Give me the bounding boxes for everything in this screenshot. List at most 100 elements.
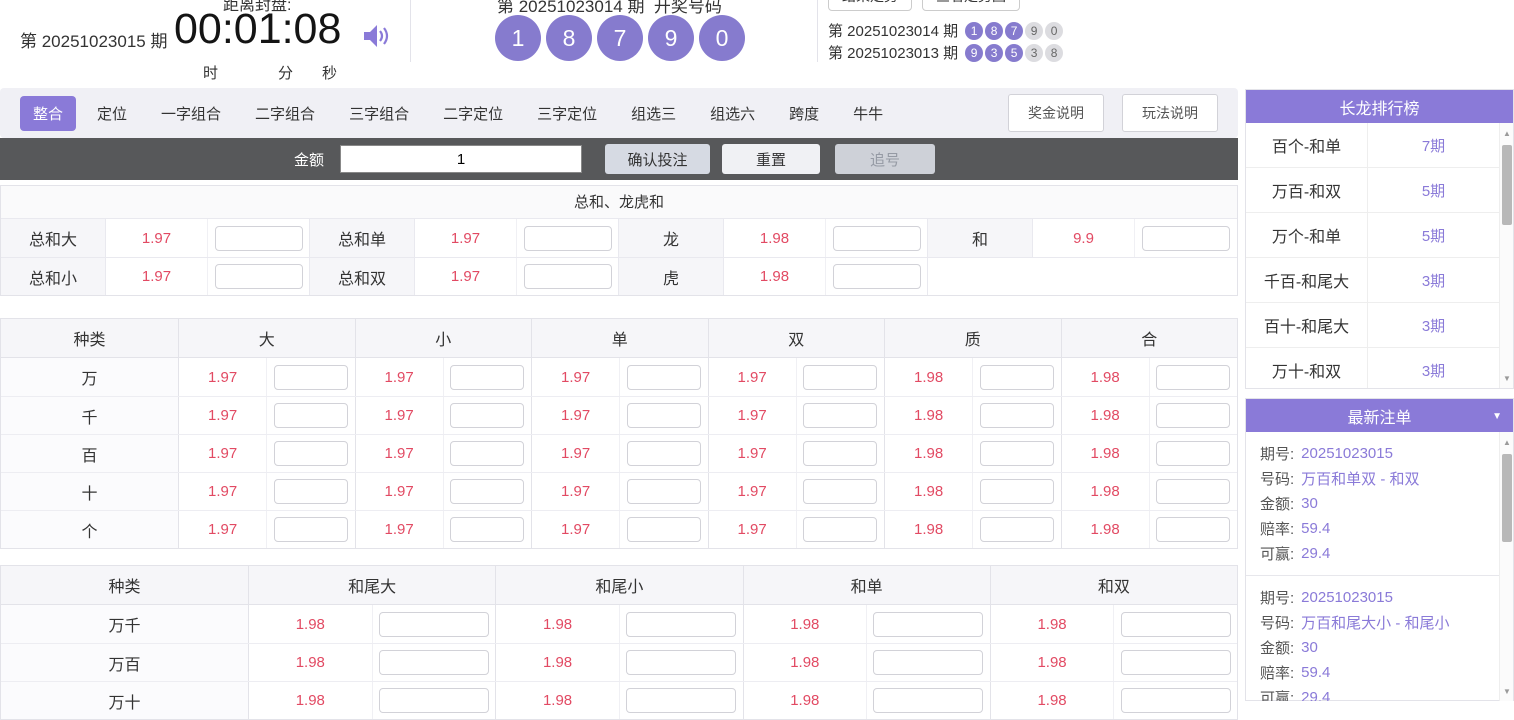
collapse-caret-icon[interactable]: ▼ — [1492, 411, 1502, 422]
bet-amount-input[interactable] — [873, 612, 983, 637]
bet-amount-input[interactable] — [803, 365, 877, 390]
bet-amount-input[interactable] — [627, 403, 701, 428]
scroll-down-arrow[interactable]: ▼ — [1500, 683, 1513, 699]
history-ball: 1 — [965, 22, 983, 40]
bet-field-label: 赔率: — [1260, 662, 1294, 683]
reset-button[interactable]: 重置 — [722, 144, 820, 174]
bet-amount-input[interactable] — [215, 264, 303, 289]
bet-amount-input[interactable] — [980, 479, 1054, 504]
rank-name: 百十-和尾大 — [1246, 303, 1368, 347]
confirm-bet-button[interactable]: 确认投注 — [605, 144, 710, 174]
header: 第 20251023015 期 距离封盘: 00:01:08 时 分 秒 第 2… — [0, 0, 1238, 88]
bet-amount-input[interactable] — [1121, 650, 1231, 675]
amount-input[interactable] — [340, 145, 582, 173]
tab-组选三[interactable]: 组选三 — [618, 96, 689, 131]
bet-input-cell — [619, 397, 707, 434]
bets-scrollbar[interactable]: ▲ ▼ — [1499, 432, 1513, 701]
rank-name: 万十-和双 — [1246, 348, 1368, 388]
bet-amount-input[interactable] — [626, 650, 736, 675]
chase-number-button[interactable]: 追号 — [835, 144, 935, 174]
bet-amount-input[interactable] — [1156, 365, 1230, 390]
rank-row: 万百-和双5期 — [1246, 168, 1513, 213]
rank-scrollbar[interactable]: ▲ ▼ — [1499, 123, 1513, 388]
bet-input-cell — [796, 435, 884, 472]
trend-button[interactable]: 结果走势 — [828, 0, 912, 11]
bet-amount-input[interactable] — [274, 403, 348, 428]
bet-amount-input[interactable] — [450, 517, 524, 542]
odds-value: 1.98 — [884, 511, 972, 548]
bet-amount-input[interactable] — [450, 479, 524, 504]
bet-amount-input[interactable] — [524, 226, 612, 251]
bet-amount-input[interactable] — [980, 365, 1054, 390]
bet-amount-input[interactable] — [1142, 226, 1230, 251]
bet-amount-input[interactable] — [1156, 403, 1230, 428]
table-row: 个1.971.971.971.971.981.98 — [1, 510, 1237, 548]
bet-amount-input[interactable] — [833, 226, 921, 251]
bet-amount-input[interactable] — [524, 264, 612, 289]
bet-amount-input[interactable] — [1156, 517, 1230, 542]
bet-amount-input[interactable] — [450, 365, 524, 390]
bet-amount-input[interactable] — [1156, 479, 1230, 504]
unit-second: 秒 — [322, 62, 337, 83]
bet-amount-input[interactable] — [274, 479, 348, 504]
bet-amount-input[interactable] — [379, 650, 489, 675]
bet-input-cell — [443, 511, 531, 548]
history-ball: 8 — [1045, 44, 1063, 62]
bet-amount-input[interactable] — [626, 612, 736, 637]
bet-amount-input[interactable] — [627, 517, 701, 542]
bet-amount-input[interactable] — [803, 479, 877, 504]
bet-amount-input[interactable] — [450, 403, 524, 428]
tab-整合[interactable]: 整合 — [20, 96, 76, 131]
bet-input-cell — [619, 435, 707, 472]
bet-amount-input[interactable] — [1121, 612, 1231, 637]
bet-amount-input[interactable] — [980, 403, 1054, 428]
bet-amount-input[interactable] — [980, 441, 1054, 466]
bet-amount-input[interactable] — [215, 226, 303, 251]
scroll-up-arrow[interactable]: ▲ — [1500, 125, 1513, 141]
bet-amount-input[interactable] — [450, 441, 524, 466]
bet-field-label: 可赢: — [1260, 543, 1294, 564]
trend-button[interactable]: 查看走势图 — [922, 0, 1020, 11]
scroll-up-arrow[interactable]: ▲ — [1500, 434, 1513, 450]
bet-amount-input[interactable] — [627, 479, 701, 504]
tab-三字组合[interactable]: 三字组合 — [336, 96, 422, 131]
bet-field-value: 59.4 — [1301, 664, 1330, 681]
row-label: 十 — [1, 473, 178, 510]
bet-amount-input[interactable] — [803, 517, 877, 542]
bet-amount-input[interactable] — [980, 517, 1054, 542]
tab-跨度[interactable]: 跨度 — [776, 96, 832, 131]
info-button[interactable]: 玩法说明 — [1122, 94, 1218, 132]
bet-input-cell — [266, 397, 354, 434]
scrollbar-thumb[interactable] — [1502, 145, 1512, 225]
bet-amount-input[interactable] — [627, 365, 701, 390]
bet-type-label: 总和单 — [310, 219, 415, 257]
tab-二字组合[interactable]: 二字组合 — [242, 96, 328, 131]
bet-amount-input[interactable] — [1156, 441, 1230, 466]
scrollbar-thumb[interactable] — [1502, 454, 1512, 542]
bet-amount-input[interactable] — [274, 517, 348, 542]
tab-定位[interactable]: 定位 — [84, 96, 140, 131]
scroll-down-arrow[interactable]: ▼ — [1500, 370, 1513, 386]
bet-amount-input[interactable] — [379, 612, 489, 637]
bet-amount-input[interactable] — [833, 264, 921, 289]
tab-牛牛[interactable]: 牛牛 — [840, 96, 896, 131]
odds-value: 1.97 — [178, 435, 266, 472]
bet-input-cell — [266, 511, 354, 548]
bet-amount-input[interactable] — [803, 441, 877, 466]
bet-amount-input[interactable] — [274, 441, 348, 466]
table-row: 千1.971.971.971.971.981.98 — [1, 396, 1237, 434]
tab-一字组合[interactable]: 一字组合 — [148, 96, 234, 131]
odds-value: 1.97 — [531, 435, 619, 472]
odds-value: 1.98 — [990, 605, 1114, 643]
odds-value: 1.98 — [743, 605, 867, 643]
bet-amount-input[interactable] — [803, 403, 877, 428]
tab-三字定位[interactable]: 三字定位 — [524, 96, 610, 131]
tab-组选六[interactable]: 组选六 — [697, 96, 768, 131]
info-button[interactable]: 奖金说明 — [1008, 94, 1104, 132]
speaker-icon[interactable] — [362, 22, 392, 50]
bet-input-cell — [517, 258, 619, 295]
bet-amount-input[interactable] — [873, 650, 983, 675]
tab-二字定位[interactable]: 二字定位 — [430, 96, 516, 131]
bet-amount-input[interactable] — [627, 441, 701, 466]
bet-amount-input[interactable] — [274, 365, 348, 390]
